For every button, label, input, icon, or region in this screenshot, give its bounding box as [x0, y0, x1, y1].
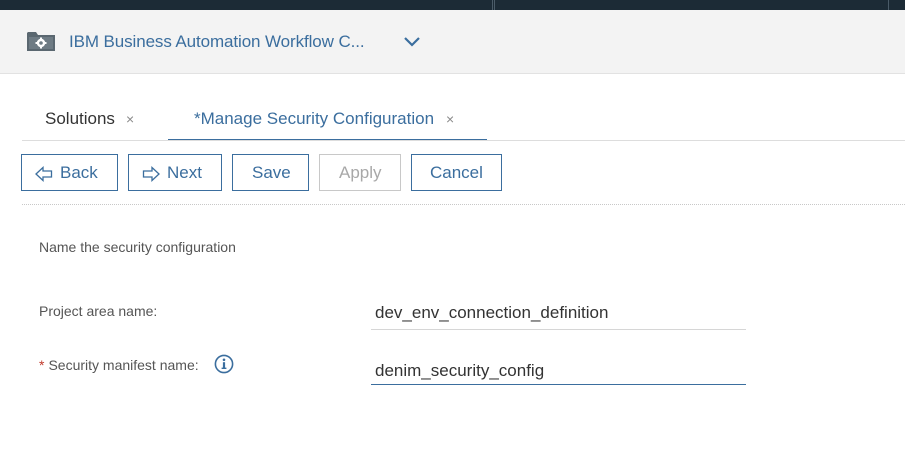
tab-manage-label: *Manage Security Configuration [194, 109, 435, 128]
section-divider [22, 204, 905, 205]
app-header: IBM Business Automation Workflow C... [0, 10, 905, 74]
folder-gear-icon [27, 32, 55, 51]
app-title[interactable]: IBM Business Automation Workflow C... [69, 32, 365, 52]
security-manifest-input[interactable] [371, 355, 746, 385]
cancel-button-label: Cancel [430, 163, 483, 182]
masthead-divider [888, 0, 889, 10]
cancel-button[interactable]: Cancel [411, 154, 502, 191]
apply-button-label: Apply [339, 163, 382, 182]
next-button[interactable]: Next [128, 154, 222, 191]
tab-manage-security-configuration[interactable]: *Manage Security Configuration × [168, 98, 487, 141]
tab-divider [22, 140, 905, 141]
project-area-label: Project area name: [39, 303, 158, 319]
back-button-label: Back [60, 163, 98, 182]
security-manifest-label-text: Security manifest name: [48, 357, 199, 373]
info-icon[interactable] [214, 354, 234, 374]
tab-solutions[interactable]: Solutions × [22, 98, 167, 141]
save-button-label: Save [252, 163, 291, 182]
arrow-right-icon [142, 166, 160, 182]
close-icon[interactable]: × [446, 111, 454, 127]
next-button-label: Next [167, 163, 202, 182]
masthead-divider [492, 0, 493, 10]
top-masthead [0, 0, 905, 10]
security-manifest-label: * Security manifest name: [39, 357, 199, 373]
chevron-down-icon[interactable] [401, 32, 423, 50]
back-button[interactable]: Back [21, 154, 118, 191]
form-heading: Name the security configuration [39, 239, 236, 255]
apply-button[interactable]: Apply [319, 154, 401, 191]
required-indicator: * [39, 357, 45, 373]
project-area-value: dev_env_connection_definition [371, 300, 746, 330]
masthead-divider [494, 0, 495, 10]
arrow-left-icon [35, 166, 53, 182]
close-icon[interactable]: × [126, 111, 134, 127]
tab-solutions-label: Solutions [45, 109, 115, 128]
save-button[interactable]: Save [232, 154, 309, 191]
